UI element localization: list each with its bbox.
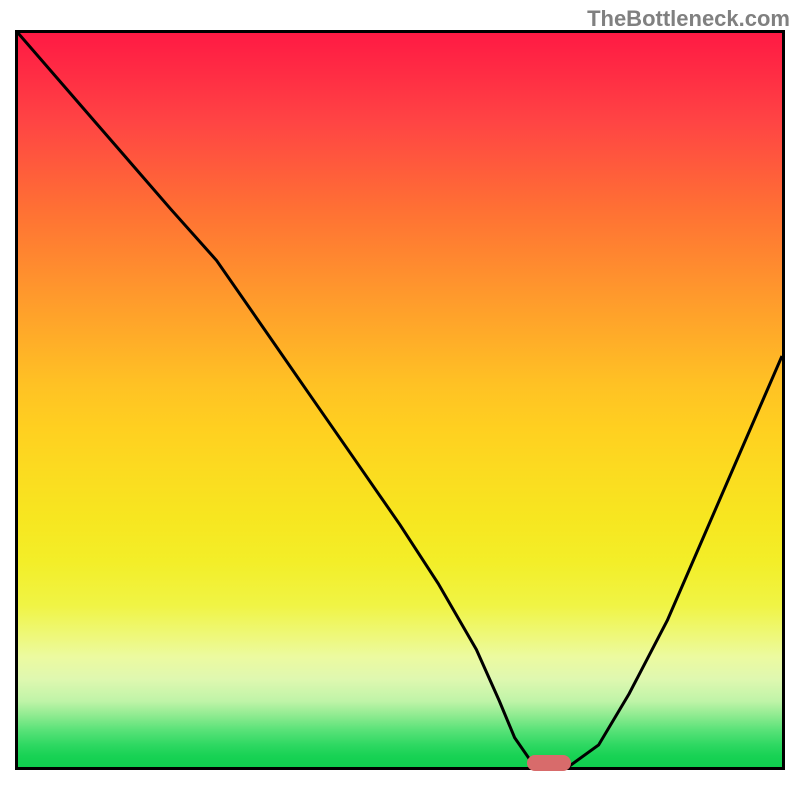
gradient-background (18, 33, 782, 767)
watermark-text: TheBottleneck.com (587, 6, 790, 32)
chart-container: TheBottleneck.com (0, 0, 800, 800)
optimal-marker (527, 755, 571, 771)
plot-area (15, 30, 785, 770)
